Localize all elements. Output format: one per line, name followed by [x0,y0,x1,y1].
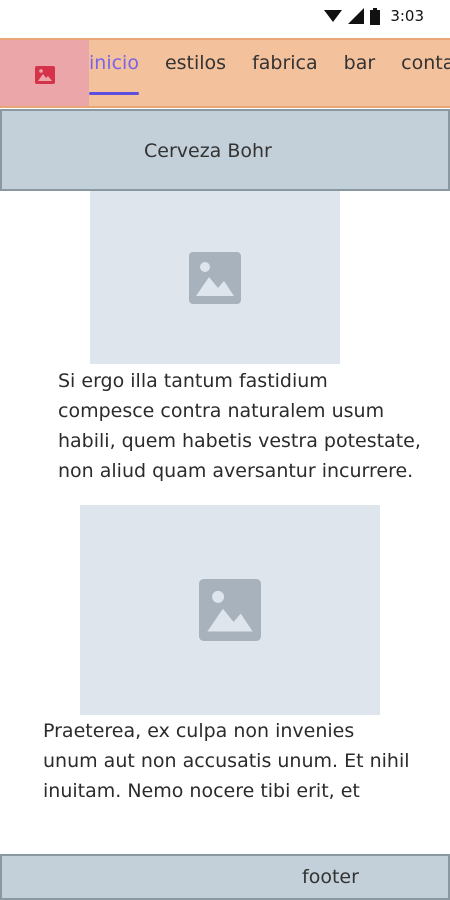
status-bar: 3:03 [0,0,450,32]
footer: footer [0,854,450,900]
nav-item-inicio[interactable]: inicio [89,40,152,106]
nav-item-fabrica[interactable]: fabrica [239,40,331,106]
status-icons: 3:03 [324,6,424,26]
image-icon [189,251,241,304]
image-icon [199,579,261,641]
section-image [90,191,340,364]
section-text: Si ergo illa tantum fastidium compesce c… [58,370,421,482]
nav-item-contacto[interactable]: contacto [388,40,450,106]
nav-item-estilos[interactable]: estilos [152,40,239,106]
page-header: Cerveza Bohr [0,109,450,191]
section-image [80,505,380,715]
top-nav-bar: inicio estilos fabrica bar contacto [0,38,450,108]
status-time: 3:03 [390,7,424,25]
wifi-icon [324,9,343,23]
section-text: Praeterea, ex culpa non invenies unum au… [43,720,410,802]
nav-item-bar[interactable]: bar [331,40,389,106]
page-title: Cerveza Bohr [144,140,272,162]
footer-label: footer [302,866,359,888]
image-icon [35,66,55,84]
logo[interactable] [0,40,89,106]
battery-icon [370,7,381,25]
signal-icon [348,8,365,24]
nav-links: inicio estilos fabrica bar contacto [89,40,450,106]
